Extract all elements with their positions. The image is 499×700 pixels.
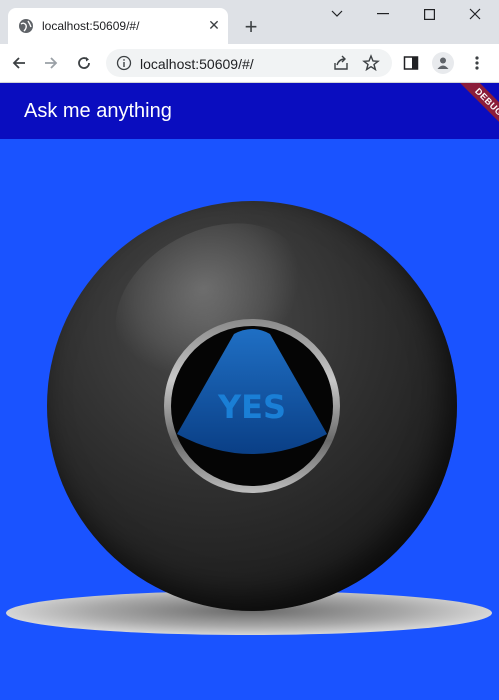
browser-tab[interactable]: localhost:50609/#/ ✕ bbox=[8, 8, 228, 44]
answer-text: YES bbox=[217, 388, 287, 426]
address-url: localhost:50609/#/ bbox=[140, 56, 254, 72]
minimize-icon[interactable] bbox=[360, 0, 406, 28]
magic-ball-area: YES bbox=[0, 139, 499, 700]
chevron-down-icon[interactable] bbox=[314, 0, 360, 28]
info-icon[interactable] bbox=[116, 55, 132, 71]
sidepanel-icon[interactable] bbox=[400, 52, 422, 74]
magic-8-ball[interactable]: YES bbox=[47, 192, 457, 611]
browser-tab-strip: localhost:50609/#/ ✕ + bbox=[0, 0, 499, 44]
debug-banner: DEBUG bbox=[438, 83, 499, 139]
close-icon[interactable] bbox=[452, 0, 498, 28]
share-icon[interactable] bbox=[332, 54, 350, 72]
menu-dots-icon[interactable] bbox=[466, 52, 488, 74]
app-bar: Ask me anything DEBUG bbox=[0, 83, 499, 139]
plus-icon[interactable]: + bbox=[242, 16, 260, 38]
star-icon[interactable] bbox=[362, 54, 380, 72]
tab-close-icon[interactable]: ✕ bbox=[206, 17, 222, 33]
address-bar[interactable]: localhost:50609/#/ bbox=[106, 49, 392, 77]
back-arrow-icon[interactable] bbox=[8, 52, 30, 74]
globe-icon bbox=[18, 18, 34, 34]
reload-icon[interactable] bbox=[73, 52, 95, 74]
browser-toolbar: localhost:50609/#/ bbox=[0, 44, 499, 83]
profile-icon[interactable] bbox=[432, 52, 454, 74]
ball-window: YES bbox=[171, 326, 333, 486]
forward-arrow-icon[interactable] bbox=[40, 52, 62, 74]
maximize-icon[interactable] bbox=[406, 0, 452, 28]
page-title: Ask me anything bbox=[24, 100, 172, 122]
tab-title: localhost:50609/#/ bbox=[42, 19, 140, 33]
